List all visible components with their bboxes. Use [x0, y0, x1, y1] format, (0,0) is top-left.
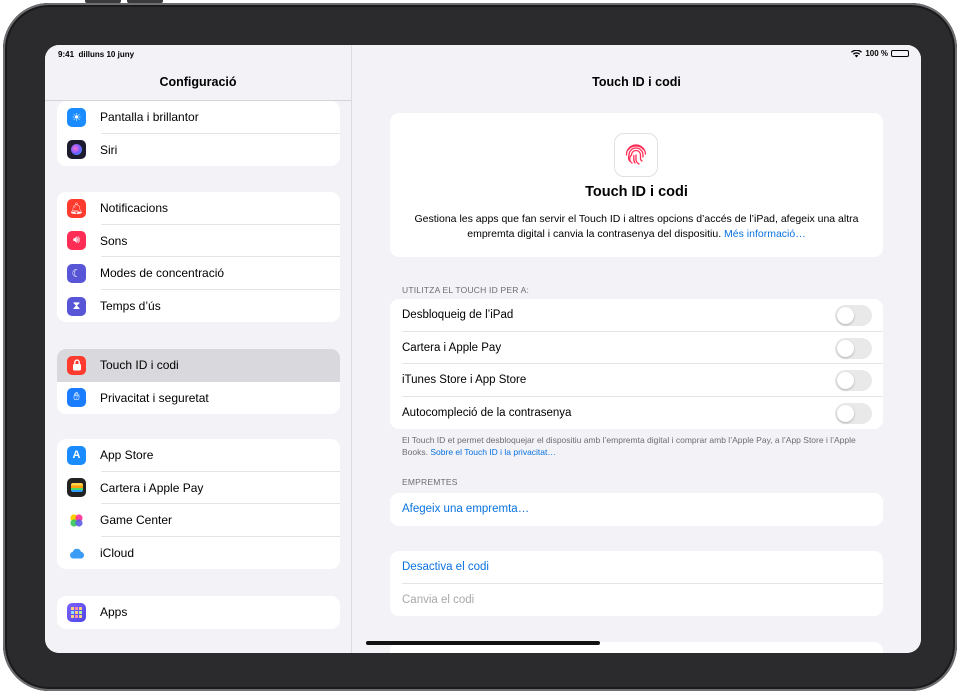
- fingerprint-icon: [614, 133, 658, 177]
- sidebar-item-app-store[interactable]: A App Store: [57, 439, 340, 472]
- sidebar-item-siri[interactable]: Siri: [57, 134, 340, 167]
- section-header-use-touch-id: UTILITZA EL TOUCH ID PER A:: [402, 285, 530, 295]
- top-button-2: [127, 0, 163, 3]
- sidebar-item-label: App Store: [100, 448, 154, 463]
- sidebar-item-sounds[interactable]: 🔊︎ Sons: [57, 225, 340, 258]
- password-autofill-toggle[interactable]: [835, 402, 872, 424]
- page-title: Touch ID i codi: [592, 75, 681, 89]
- sidebar: Configuració ☀ Pantalla i brillantor Sir…: [45, 45, 352, 653]
- itunes-app-store-toggle[interactable]: [835, 370, 872, 391]
- game-center-icon: [67, 510, 86, 530]
- sidebar-item-label: Modes de concentració: [100, 266, 225, 281]
- sidebar-group-3: Touch ID i codi ✋︎ Privacitat i segureta…: [57, 349, 340, 415]
- sidebar-title: Configuració: [159, 75, 237, 89]
- hero-title: Touch ID i codi: [585, 184, 688, 200]
- sidebar-item-label: Siri: [100, 142, 118, 157]
- unlock-ipad-row: Desbloqueig de l’iPad: [390, 299, 883, 332]
- itunes-app-store-row: iTunes Store i App Store: [390, 364, 883, 397]
- unlock-ipad-toggle[interactable]: [835, 305, 872, 326]
- ipad-frame: 9:41 dilluns 10 juny 100 % Configuració …: [3, 0, 957, 691]
- toggle-label: Autocompleció de la contrasenya: [402, 406, 572, 419]
- sidebar-item-label: Temps d’ús: [100, 299, 161, 314]
- cloud-icon: [67, 543, 86, 563]
- more-info-link[interactable]: Més informació…: [724, 228, 806, 240]
- sidebar-item-wallet[interactable]: Cartera i Apple Pay: [57, 472, 340, 505]
- change-passcode-button[interactable]: Canvia el codi: [390, 584, 883, 617]
- app-store-icon: A: [67, 445, 86, 465]
- battery-percent: 100 %: [865, 49, 888, 58]
- sidebar-item-game-center[interactable]: Game Center: [57, 504, 340, 537]
- sidebar-group-1: ☀ Pantalla i brillantor Siri: [57, 101, 340, 167]
- fingerprints-card: Afegeix una empremta…: [390, 493, 883, 526]
- touch-id-options: Desbloqueig de l’iPad Cartera i Apple Pa…: [390, 299, 883, 429]
- sidebar-item-label: Apps: [100, 605, 128, 620]
- privacy-link[interactable]: Sobre el Touch ID i la privacitat…: [430, 447, 556, 457]
- passcode-card: Desactiva el codi Canvia el codi: [390, 551, 883, 616]
- hand-icon: ✋︎: [67, 388, 86, 408]
- sidebar-item-privacy[interactable]: ✋︎ Privacitat i seguretat: [57, 382, 340, 415]
- wallet-apple-pay-toggle[interactable]: [835, 337, 872, 359]
- status-bar: 9:41 dilluns 10 juny 100 %: [45, 45, 921, 63]
- add-fingerprint-button[interactable]: Afegeix una empremta…: [390, 493, 883, 526]
- status-right: 100 %: [851, 49, 909, 58]
- sidebar-item-notifications[interactable]: 🔔︎ Notificacions: [57, 192, 340, 225]
- sidebar-item-label: Game Center: [100, 513, 173, 528]
- sidebar-item-label: Privacitat i seguretat: [100, 390, 209, 405]
- sidebar-group-2: 🔔︎ Notificacions 🔊︎ Sons ☾ Modes de conc…: [57, 192, 340, 323]
- sidebar-item-touch-id[interactable]: Touch ID i codi: [57, 349, 340, 382]
- sidebar-item-label: Touch ID i codi: [100, 358, 179, 373]
- sun-icon: ☀: [67, 107, 86, 127]
- apps-grid-icon: [67, 602, 86, 622]
- toggle-label: Cartera i Apple Pay: [402, 341, 502, 354]
- section-header-fingerprints: EMPREMTES: [402, 477, 458, 487]
- siri-icon: [67, 140, 86, 160]
- toggle-label: Desbloqueig de l’iPad: [402, 309, 514, 322]
- speaker-icon: 🔊︎: [67, 231, 86, 251]
- sidebar-item-label: Pantalla i brillantor: [100, 110, 199, 125]
- sidebar-item-icloud[interactable]: iCloud: [57, 537, 340, 570]
- wallet-apple-pay-row: Cartera i Apple Pay: [390, 332, 883, 365]
- sidebar-item-label: Sons: [100, 233, 128, 248]
- top-button: [85, 0, 121, 3]
- sidebar-group-4: A App Store Cartera i Apple Pay Game Cen…: [57, 439, 340, 570]
- sidebar-item-label: iCloud: [100, 546, 135, 561]
- lock-icon: [67, 355, 86, 375]
- moon-icon: ☾: [67, 263, 86, 283]
- sidebar-group-5: Apps: [57, 596, 340, 629]
- sidebar-item-label: Notificacions: [100, 201, 169, 216]
- sidebar-item-label: Cartera i Apple Pay: [100, 480, 204, 495]
- detail-pane: Touch ID i codi Touch ID i codi Gestiona…: [352, 45, 921, 653]
- touch-id-footer-note: El Touch ID et permet desbloquejar el di…: [402, 435, 856, 457]
- turn-off-passcode-button[interactable]: Desactiva el codi: [390, 551, 883, 584]
- battery-icon: [891, 50, 909, 57]
- home-indicator[interactable]: [366, 641, 600, 645]
- password-autofill-row: Autocompleció de la contrasenya: [390, 397, 883, 430]
- screen: 9:41 dilluns 10 juny 100 % Configuració …: [45, 45, 921, 653]
- toggle-label: iTunes Store i App Store: [402, 374, 527, 387]
- hourglass-icon: ⧗: [67, 296, 86, 316]
- sidebar-item-display[interactable]: ☀ Pantalla i brillantor: [57, 101, 340, 134]
- sidebar-item-focus[interactable]: ☾ Modes de concentració: [57, 257, 340, 290]
- sidebar-item-screen-time[interactable]: ⧗ Temps d’ús: [57, 290, 340, 323]
- hero-description: Gestiona les apps que fan servir el Touc…: [414, 213, 859, 240]
- status-time: 9:41 dilluns 10 juny: [58, 50, 135, 59]
- wifi-icon: [851, 49, 863, 57]
- sidebar-item-apps[interactable]: Apps: [57, 596, 340, 629]
- wallet-icon: [67, 478, 86, 498]
- bell-icon: 🔔︎: [67, 198, 86, 218]
- hero-card: Touch ID i codi Gestiona les apps que fa…: [390, 113, 883, 257]
